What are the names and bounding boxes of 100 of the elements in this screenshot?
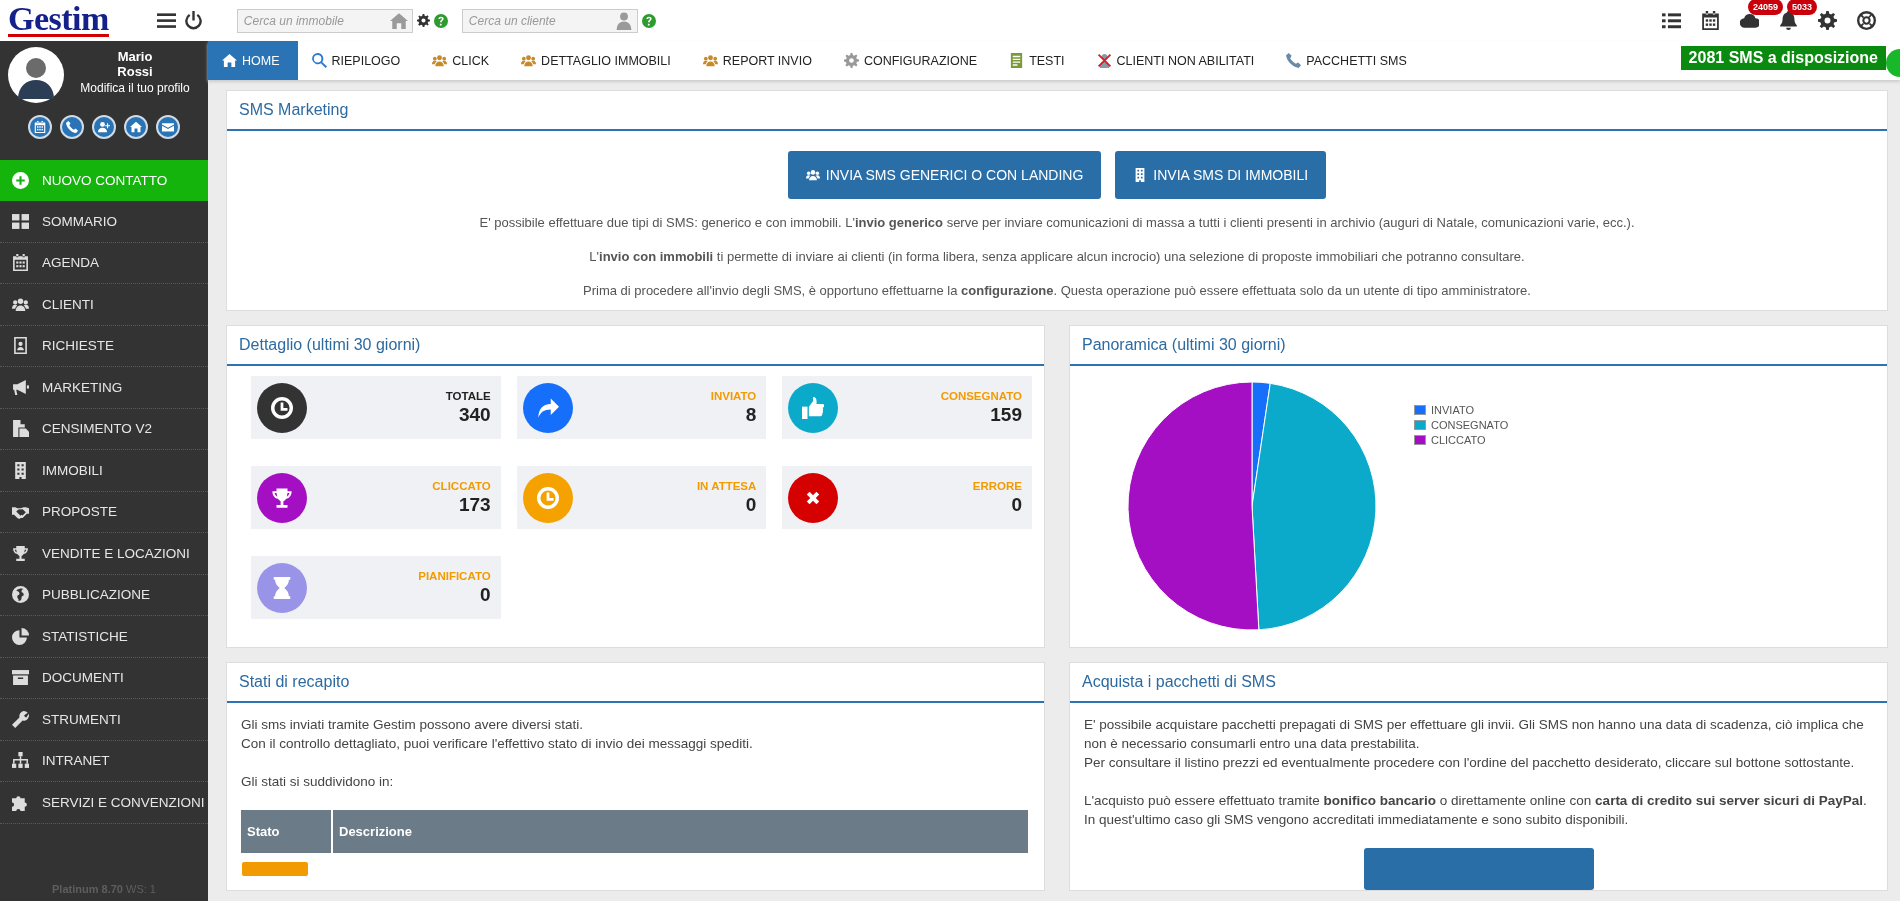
sidebar-item[interactable]: STATISTICHE [0,616,208,658]
people-icon [521,53,537,68]
paragraph: Gli stati si suddividono in: [241,773,395,791]
column-header: Descrizione [332,810,1029,853]
sidebar-item[interactable]: CENSIMENTO V2 [0,408,208,450]
calendar-icon[interactable] [1701,11,1720,30]
tab[interactable]: DETTAGLIO IMMOBILI [507,41,689,80]
avatar [8,47,64,103]
tab[interactable]: CLICK [418,41,508,80]
user-plus-icon [98,121,110,133]
paragraph: Gli sms inviati tramite Gestim possono avere diversi stati. [241,716,585,734]
sidebar-item[interactable]: STRUMENTI [0,699,208,741]
globe-icon [12,586,29,604]
legend-label: INVIATO [1431,404,1474,416]
people-icon [805,168,820,182]
stat-label: PIANIFICATO [418,569,491,582]
bell-icon[interactable] [1779,11,1798,30]
card-title: Panoramica (ultimi 30 giorni) [1070,326,1887,366]
paragraph: Con il controllo dettagliato, puoi verificare l'effettivo stato di invio dei messaggi spediti. [241,735,754,753]
tab[interactable]: HOME [208,41,298,80]
legend-swatch [1414,405,1426,415]
user-name: Mario [117,49,153,64]
quick-action-button[interactable] [60,115,84,139]
sidebar-item[interactable]: CLIENTI [0,284,208,326]
building-icon [12,461,29,479]
lifebuoy-icon[interactable] [1857,11,1876,30]
home-icon [130,121,142,133]
tab[interactable]: RIEPILOGO [297,41,419,80]
quick-action-button[interactable] [92,115,116,139]
person-icon [614,11,633,30]
stat-value: 8 [745,403,757,426]
home-icon [222,53,237,68]
quick-action-button[interactable] [156,115,180,139]
stat-value: 0 [480,583,491,606]
card-title: Dettaglio (ultimi 30 giorni) [227,326,1044,366]
chat-tab[interactable] [1886,49,1900,77]
paragraph: E' possibile acquistare pacchetti prepagati di SMS per effettuare gli invii. Gli SMS non hanno una data di scadenza, ciò implica che non è necessario consumarli entro una data prestabilita. [1084,716,1865,753]
sidebar-item[interactable]: SERVIZI E CONVENZIONI [0,782,208,824]
search-input[interactable]: Cerca un immobile [243,9,390,32]
notepad-icon [1009,53,1025,68]
tab[interactable]: PACCHETTI SMS [1272,41,1425,80]
sidebar-item[interactable]: DOCUMENTI [0,657,208,699]
clock-icon [536,486,559,509]
send-sms-button[interactable]: INVIA SMS GENERICI O CON LANDING [787,151,1102,199]
card-title: Stati di recapito [227,663,1044,703]
stat-value: 173 [458,493,491,516]
search-field[interactable]: Cerca un immobile [236,8,413,33]
cloud-icon[interactable] [1740,11,1759,30]
stat-label: IN ATTESA [696,479,757,492]
paragraph: L'acquisto può essere effettuato tramite bonifico bancario o direttamente online con carta di credito sui server sicuri di PayPal. In quest'ultimo caso gli SMS vengono accreditati immediatamente e sono subito disponibili. [1084,792,1868,829]
sidebar-item[interactable]: IMMOBILI [0,450,208,492]
magnifier-icon [311,53,327,68]
logo: Gestim [8,4,109,37]
gear-icon[interactable] [1818,11,1837,30]
sidebar-item[interactable]: AGENDA [0,242,208,284]
profile-link[interactable]: Modifica il tuo profilo [80,81,190,95]
tab[interactable]: CONFIGURAZIONE [829,41,996,80]
stat-label: TOTALE [445,389,491,402]
sidebar-item[interactable]: PROPOSTE [0,491,208,533]
search-input[interactable]: Cerca un cliente [468,9,615,32]
sidebar-item[interactable]: MARKETING [0,367,208,409]
clock-icon [271,396,293,419]
search-field[interactable]: Cerca un cliente [461,8,638,33]
quick-action-button[interactable] [124,115,148,139]
list-icon[interactable] [1662,11,1681,30]
paragraph: Per consultare il listino prezzi ed eventualmente procedere con l'ordine del pacchetto desiderato, cliccare sul bottone sottostante. [1084,754,1856,772]
sitemap-icon [12,752,29,770]
card-title: Acquista i pacchetti di SMS [1070,663,1887,703]
quick-action-button[interactable] [28,115,52,139]
sidebar-item[interactable]: RICHIESTE [0,325,208,367]
people-icon [432,53,448,68]
sidebar-item[interactable]: VENDITE E LOCAZIONI [0,533,208,575]
column-header: Stato [241,810,332,853]
help-icon [433,13,448,28]
stat-label: CLICCATO [432,479,491,492]
legend-swatch [1414,435,1426,445]
envelope-icon [162,121,174,133]
legend-label: CONSEGNATO [1431,419,1509,431]
sms-credit-label: 2081 SMS a disposizione [1680,46,1886,70]
notification-count: 5033 [1787,0,1818,15]
plus-icon [12,172,29,189]
sidebar-item[interactable]: INTRANET [0,740,208,782]
menu-icon [156,11,176,30]
sidebar-item[interactable]: SOMMARIO [0,201,208,243]
pie-chart-icon [12,627,29,645]
people-icon [702,53,718,68]
stat-value: 0 [1011,493,1022,516]
tab[interactable]: TESTI [995,41,1083,80]
sidebar-item[interactable]: PUBBLICAZIONE [0,574,208,616]
stat-value: 0 [745,493,757,516]
contact-card-icon [12,337,29,355]
tab[interactable]: REPORT INVIO [688,41,830,80]
stat-value: 340 [458,403,491,426]
paragraph: E' possibile effettuare due tipi di SMS: generico e con immobili. L'invio generico serve per inviare comunicazioni di massa a tutti i clienti presenti in archivio (auguri di Natale, comunicazioni varie, ecc.). [479,215,1635,230]
tab[interactable]: CLIENTI NON ABILITATI [1082,41,1273,80]
power-icon [183,11,203,30]
puzzle-icon [12,793,29,811]
send-sms-button[interactable]: INVIA SMS DI IMMOBILI [1115,151,1327,199]
wrench-icon [12,710,29,728]
trophy-icon [12,544,29,562]
